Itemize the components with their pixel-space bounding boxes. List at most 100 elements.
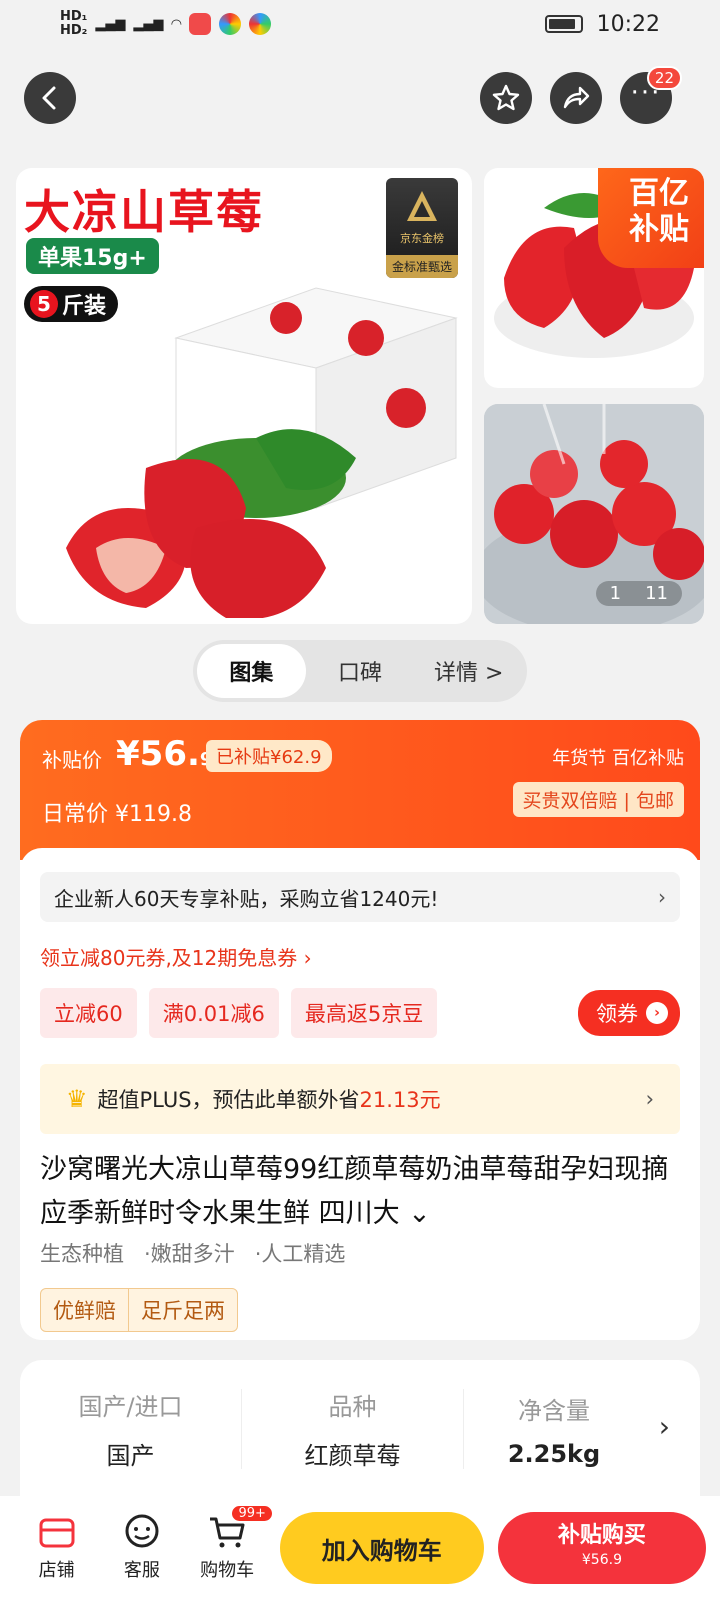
pack-tag: 5 斤装 [24,286,119,322]
spec-value: 2.25kg [507,1439,601,1468]
pack-number: 5 [30,290,58,318]
festival-text: 年货节 百亿补贴 [552,748,684,769]
favorite-button[interactable] [480,72,532,124]
promo-tag[interactable]: 满0.01减6 [148,988,279,1038]
feature-list: 生态种植 ·嫩甜多汁 ·人工精选 [40,1238,345,1268]
gold-badge-top: 京东金榜 [400,232,444,245]
notification-badge: 22 [646,66,682,90]
subsidy-price-label: 补贴价 [42,748,102,772]
shop-button[interactable]: 店铺 [14,1514,99,1582]
app-notification-icon-2 [219,13,242,35]
service-tag: 足斤足两 [128,1289,237,1331]
product-title[interactable]: 沙窝曙光大凉山草莓99红颜草莓奶油草莓甜孕妇现摘应季新鲜时令水果生鲜 四川大 ⌄ [40,1148,680,1236]
subsidy-badge-line1: 百亿 [629,176,689,211]
add-to-cart-button[interactable]: 加入购物车 [279,1512,484,1584]
already-subsidized-tag: 已补贴¥62.9 [206,740,332,772]
get-coupon-label: 领券 [596,1002,638,1026]
gold-list-badge: 京东金榜 金标准甄选 [386,178,458,278]
app-notification-icon [189,13,212,35]
strawberries-image [66,429,356,618]
spec-item: 净含量 2.25kg [464,1389,644,1469]
promo-row: 立减60 满0.01减6 最高返5京豆 领券 › [40,988,680,1038]
main-product-image[interactable]: 大凉山草莓 单果15g+ 5 斤装 京东金榜 金标准甄选 [16,168,472,624]
daily-price-label: 日常价 [42,802,109,827]
top-nav: ··· 22 [0,66,720,128]
service-button[interactable]: 客服 [99,1514,184,1582]
daily-price: 日常价 ¥119.8 [42,796,192,828]
tab-gallery[interactable]: 图集 [197,644,306,698]
service-label: 客服 [123,1560,160,1581]
price-guarantee: 买贵双倍赔 | 包邮 [512,782,684,817]
service-tags[interactable]: 优鲜赔 足斤足两 [40,1288,238,1332]
service-tag: 优鲜赔 [53,1299,116,1323]
subsidy-badge-line2: 补贴 [629,212,689,247]
coupon-link[interactable]: 领立减80元券,及12期免息券 › [40,942,312,971]
offers-body: 企业新人60天专享补贴，采购立省1240元! › 领立减80元券,及12期免息券… [20,848,700,1340]
bottom-action-bar: 店铺 客服 99+ 购物车 加入购物车 补贴购买 ¥56.9 [0,1496,720,1600]
chevron-right-icon: › [658,885,666,909]
signal-icon: ▂▄▆ [95,16,126,32]
signal-icon-2: ▂▄▆ [133,16,164,32]
more-button[interactable]: ··· 22 [620,66,682,124]
customer-service-icon [125,1514,159,1548]
spec-key: 品种 [328,1393,377,1421]
chevron-right-icon[interactable]: › [659,1410,670,1443]
image-headline: 大凉山草莓 [24,185,264,239]
counter-total: 11 [645,583,668,604]
tab-details[interactable]: 详情 > [414,644,523,698]
battery-icon [544,15,583,33]
thumbnail-image-1[interactable]: 百亿 补贴 [484,168,704,388]
status-left: HD₁ HD₂ ▂▄▆ ▂▄▆ ◠ [60,9,272,38]
enterprise-text: 企业新人60天专享补贴，采购立省1240元! [54,886,439,911]
spec-value: 红颜草莓 [304,1442,401,1470]
price-card: 补贴价 ¥56.9 已补贴¥62.9 日常价 ¥119.8 年货节 百亿补贴 买… [20,720,700,1340]
product-gallery[interactable]: 大凉山草莓 单果15g+ 5 斤装 京东金榜 金标准甄选 百亿 补贴 1 11 [16,168,704,624]
spec-value: 国产 [106,1442,155,1470]
cart-button[interactable]: 99+ 购物车 [184,1504,274,1582]
tab-reviews[interactable]: 口碑 [306,644,415,698]
spec-key: 净含量 [518,1396,590,1425]
weight-tag: 单果15g+ [26,238,159,274]
status-right: 10:22 [544,12,660,37]
counter-current: 1 [609,583,622,604]
subsidy-badge: 百亿 补贴 [598,168,704,268]
gold-triangle-icon [407,191,437,221]
cart-badge: 99+ [230,1504,274,1523]
plus-text: 超值PLUS，预估此单额外省21.13元 [98,1084,441,1114]
app-notification-icon-3 [249,13,272,35]
crown-icon: ♛ [66,1085,88,1113]
subsidy-buy-button[interactable]: 补贴购买 ¥56.9 [497,1512,706,1584]
plus-savings-row[interactable]: ♛ 超值PLUS，预估此单额外省21.13元 › [40,1064,680,1134]
cart-label: 购物车 [200,1560,255,1581]
pack-suffix: 斤装 [62,294,107,319]
star-icon [492,84,520,111]
status-bar: HD₁ HD₂ ▂▄▆ ▂▄▆ ◠ 10:22 [0,0,720,48]
feature-item: ·人工精选 [254,1242,346,1266]
shop-icon [39,1518,75,1548]
feature-item: ·嫩甜多汁 [144,1242,235,1266]
get-coupon-button[interactable]: 领券 › [578,990,680,1036]
plus-amount: 21.13元 [359,1088,441,1112]
gold-badge-bottom: 金标准甄选 [386,255,458,278]
wifi-icon: ◠ [171,16,182,32]
spec-card[interactable]: 国产/进口 国产 品种 红颜草莓 净含量 2.25kg › [20,1360,700,1498]
festival-info[interactable]: 年货节 百亿补贴 买贵双倍赔 | 包邮 [512,744,684,817]
spec-key: 国产/进口 [78,1393,183,1421]
subsidy-price-main: ¥56. [116,734,200,774]
back-button[interactable] [24,72,76,124]
buy-now-label: 补贴购买 [557,1523,646,1548]
promo-tag[interactable]: 最高返5京豆 [290,988,438,1038]
buy-now-price: ¥56.9 [581,1552,622,1568]
share-icon [563,86,590,109]
spec-item: 品种 红颜草莓 [242,1389,464,1470]
hd-indicator: HD₁ HD₂ [60,9,88,38]
subsidy-price: ¥56.9 [116,734,212,774]
share-button[interactable] [550,72,602,124]
plus-prefix: 超值PLUS，预估此单额外省 [97,1088,360,1112]
enterprise-subsidy-row[interactable]: 企业新人60天专享补贴，采购立省1240元! › [40,872,680,922]
price-header: 补贴价 ¥56.9 已补贴¥62.9 日常价 ¥119.8 年货节 百亿补贴 买… [20,720,700,860]
promo-tag[interactable]: 立减60 [40,988,137,1038]
spec-item: 国产/进口 国产 [20,1389,242,1470]
chevron-right-icon: › [646,1002,668,1024]
thumbnail-image-2[interactable]: 1 11 [484,404,704,624]
